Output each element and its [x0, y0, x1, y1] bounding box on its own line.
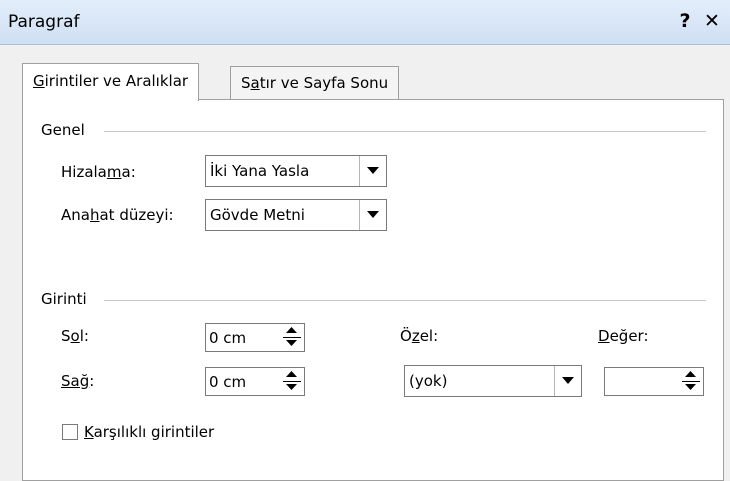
help-button[interactable]: ? [674, 10, 696, 32]
dialog-title: Paragraf [8, 12, 80, 32]
general-group-divider [104, 131, 706, 132]
left-indent-value: 0 cm [209, 329, 247, 347]
spin-up-icon[interactable] [281, 369, 303, 381]
mirror-indents-checkbox[interactable] [62, 424, 78, 440]
close-button[interactable]: ✕ [701, 10, 723, 32]
alignment-dropdown[interactable]: İki Yana Yasla [205, 155, 387, 187]
alignment-value: İki Yana Yasla [210, 162, 310, 180]
special-dropdown[interactable]: (yok) [404, 365, 582, 397]
chevron-down-icon[interactable] [554, 366, 581, 396]
indentation-group-divider [104, 300, 706, 301]
special-label: Özel: [400, 327, 439, 345]
outline-level-label: Anahat düzeyi: [61, 206, 174, 224]
by-spinner[interactable] [604, 367, 704, 396]
right-indent-spinner[interactable]: 0 cm [205, 367, 305, 396]
tab-line-and-page-breaks[interactable]: Satır ve Sayfa Sonu [230, 66, 400, 99]
right-indent-label: Sağ: [61, 372, 95, 390]
tab-indents-and-spacing[interactable]: Girintiler ve Aralıklar [22, 63, 200, 101]
indentation-group-label: Girinti [41, 290, 87, 308]
left-indent-label: Sol: [61, 327, 89, 345]
by-label: Değer: [598, 327, 649, 345]
spin-down-icon[interactable] [281, 382, 303, 394]
special-value: (yok) [409, 372, 448, 390]
mirror-indents-label[interactable]: Karşılıklı girintiler [84, 423, 214, 441]
spin-down-icon[interactable] [680, 382, 702, 394]
title-bar: Paragraf ? ✕ [0, 0, 730, 45]
outline-level-dropdown[interactable]: Gövde Metni [205, 199, 387, 231]
outline-level-value: Gövde Metni [210, 206, 305, 224]
left-indent-spinner[interactable]: 0 cm [205, 323, 305, 352]
alignment-label: Hizalama: [61, 163, 136, 181]
spin-down-icon[interactable] [281, 338, 303, 350]
chevron-down-icon[interactable] [359, 200, 386, 230]
spin-up-icon[interactable] [680, 369, 702, 381]
right-indent-value: 0 cm [209, 373, 247, 391]
spin-up-icon[interactable] [281, 325, 303, 337]
chevron-down-icon[interactable] [359, 156, 386, 186]
general-group-label: Genel [41, 121, 85, 139]
